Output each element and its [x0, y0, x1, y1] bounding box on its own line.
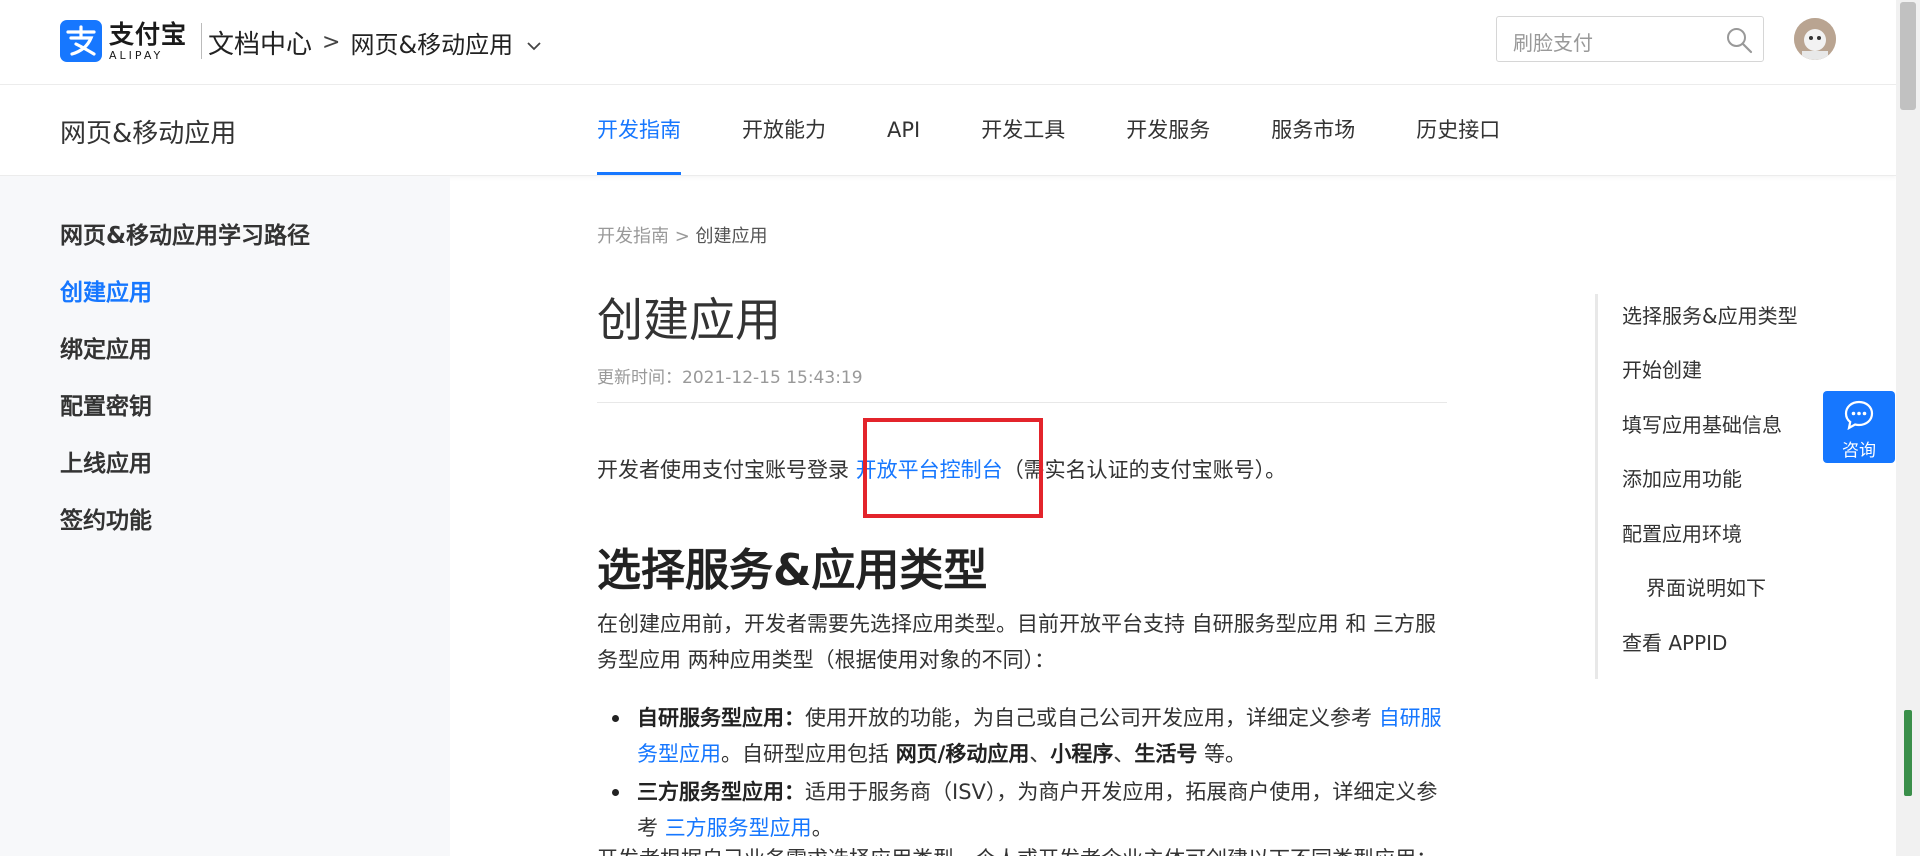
third-party-app-link[interactable]: 三方服务型应用 [665, 816, 812, 840]
tab-open-capabilities[interactable]: 开放能力 [742, 85, 826, 175]
partial-paragraph-text: 开发者根据自己业务需求选择应用类型，个人或开发者企业主体可创建以下不同类型应用： [597, 842, 1447, 856]
tab-dev-services[interactable]: 开发服务 [1126, 85, 1210, 175]
product-title: 网页&移动应用 [60, 119, 237, 149]
consult-label: 咨询 [1842, 441, 1876, 461]
product-nav: 网页&移动应用 开发指南 开放能力 API 开发工具 开发服务 服务市场 历史接… [0, 85, 1896, 176]
type-separator: 、 [1113, 742, 1135, 766]
section-heading: 选择服务&应用类型 [597, 545, 988, 596]
list-item-term: 自研服务型应用： [637, 706, 805, 730]
doc-center-link[interactable]: 文档中心 [208, 24, 312, 61]
app-type-list: 自研服务型应用：使用开放的功能，为自己或自己公司开发应用，详细定义参考 自研服务… [597, 700, 1447, 848]
toc-item-config-env[interactable]: 配置应用环境 [1622, 518, 1742, 547]
logo-text-cn: 支付宝 [109, 19, 188, 49]
product-tabs: 开发指南 开放能力 API 开发工具 开发服务 服务市场 历史接口 [597, 85, 1561, 175]
updated-time: 更新时间：2021-12-15 15:43:19 [597, 368, 863, 388]
search-icon[interactable] [1725, 26, 1753, 58]
logo-divider [201, 23, 203, 59]
list-item-text: 。自研型应用包括 [721, 742, 896, 766]
list-item-text: 等。 [1197, 742, 1247, 766]
app-type-life-account: 生活号 [1134, 742, 1198, 766]
title-divider [597, 402, 1447, 403]
intro-text: 开发者使用支付宝账号登录 [597, 458, 856, 482]
toc-item-add-features[interactable]: 添加应用功能 [1622, 463, 1742, 492]
page-scrollbar[interactable] [1896, 0, 1920, 856]
breadcrumb-separator: > [669, 226, 696, 247]
top-breadcrumb: 文档中心 > 网页&移动应用 [208, 24, 541, 61]
toc-item-start-create[interactable]: 开始创建 [1622, 354, 1702, 383]
user-avatar[interactable] [1794, 18, 1836, 60]
breadcrumb-parent-link[interactable]: 开发指南 [597, 226, 669, 247]
highlight-box [863, 418, 1043, 518]
top-header: 支付宝 ALIPAY 文档中心 > 网页&移动应用 刷脸支付 [0, 0, 1896, 85]
doc-sidebar: 网页&移动应用学习路径 创建应用 绑定应用 配置密钥 上线应用 签约功能 [0, 176, 450, 856]
sidebar-item-sign-features[interactable]: 签约功能 [60, 501, 152, 535]
sidebar-item-bind-app[interactable]: 绑定应用 [60, 330, 152, 364]
app-type-web-mobile: 网页/移动应用 [895, 742, 1030, 766]
list-item: 三方服务型应用：适用于服务商（ISV），为商户开发应用，拓展商户使用，详细定义参… [597, 774, 1447, 846]
logo-text-en: ALIPAY [109, 48, 164, 62]
sidebar-item-learning-path[interactable]: 网页&移动应用学习路径 [60, 216, 310, 250]
section-paragraph: 在创建应用前，开发者需要先选择应用类型。目前开放平台支持 自研服务型应用 和 三… [597, 612, 1437, 672]
breadcrumb-separator: > [322, 30, 341, 55]
alipay-logo[interactable]: 支付宝 ALIPAY [60, 19, 203, 62]
scrollbar-thumb[interactable] [1900, 2, 1916, 110]
partial-paragraph: 开发者根据自己业务需求选择应用类型，个人或开发者企业主体可创建以下不同类型应用： [597, 842, 1447, 856]
list-item: 自研服务型应用：使用开放的功能，为自己或自己公司开发应用，详细定义参考 自研服务… [597, 700, 1447, 772]
intro-note: （需实名认证的支付宝账号）。 [1002, 458, 1287, 482]
app-type-mini-program: 小程序 [1050, 742, 1114, 766]
list-item-term: 三方服务型应用： [637, 780, 805, 804]
product-switcher[interactable]: 网页&移动应用 [350, 25, 513, 60]
tab-service-market[interactable]: 服务市场 [1271, 85, 1355, 175]
toc-item-basic-info[interactable]: 填写应用基础信息 [1622, 409, 1782, 438]
tab-legacy-api[interactable]: 历史接口 [1416, 85, 1500, 175]
breadcrumb-current: 创建应用 [695, 226, 768, 247]
search-placeholder: 刷脸支付 [1513, 31, 1593, 55]
type-separator: 、 [1029, 742, 1051, 766]
page-title: 创建应用 [597, 293, 781, 347]
list-item-text: 使用开放的功能，为自己或自己公司开发应用，详细定义参考 [805, 706, 1379, 730]
toc-rail [1595, 294, 1598, 679]
toc-item-view-appid[interactable]: 查看 APPID [1622, 627, 1727, 656]
alipay-logo-icon [60, 20, 102, 62]
scroll-indicator [1904, 710, 1912, 796]
tab-api[interactable]: API [887, 85, 920, 175]
tab-dev-tools[interactable]: 开发工具 [981, 85, 1065, 175]
consult-button[interactable]: 咨询 [1823, 391, 1895, 463]
sidebar-item-config-keys[interactable]: 配置密钥 [60, 387, 152, 421]
search-input[interactable]: 刷脸支付 [1496, 16, 1764, 62]
chevron-down-icon[interactable] [527, 28, 541, 58]
breadcrumb: 开发指南 > 创建应用 [597, 222, 768, 248]
tab-dev-guide[interactable]: 开发指南 [597, 85, 681, 175]
chat-bubble-icon [1843, 399, 1875, 435]
toc-item-ui-explain[interactable]: 界面说明如下 [1646, 572, 1766, 601]
sidebar-item-launch-app[interactable]: 上线应用 [60, 444, 152, 478]
list-item-text: 。 [811, 816, 833, 840]
toc-item-select-type[interactable]: 选择服务&应用类型 [1622, 300, 1798, 329]
sidebar-item-create-app[interactable]: 创建应用 [60, 273, 152, 307]
